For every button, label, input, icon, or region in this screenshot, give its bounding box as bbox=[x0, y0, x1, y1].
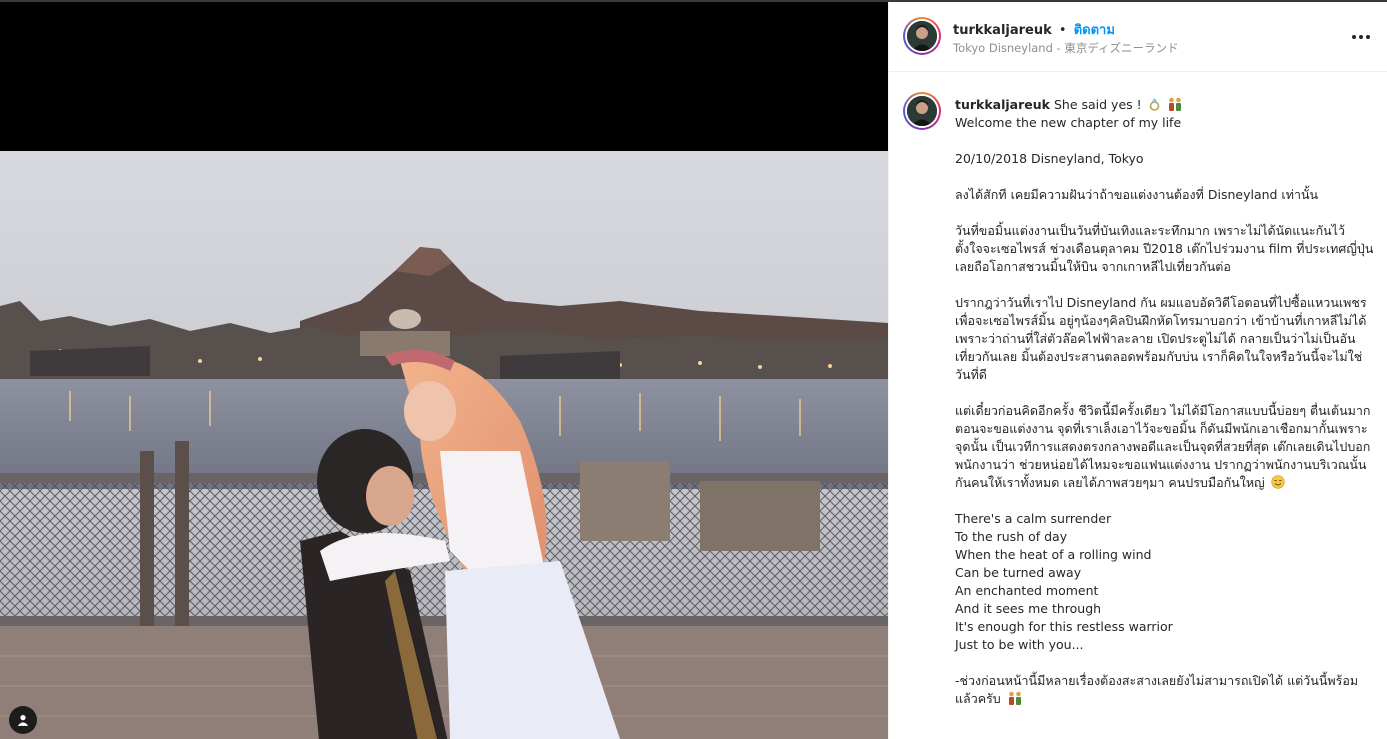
caption-line: Can be turned away bbox=[955, 565, 1082, 580]
caption-area: turkkaljareuk She said yes ! Welcome the … bbox=[889, 73, 1387, 739]
header-separator: • bbox=[1058, 23, 1067, 38]
caption-paragraph-with-emoji: -ช่วงก่อนหน้านี้มีหลายเรื่องต้องสะสางเลย… bbox=[955, 672, 1375, 708]
caption-line: ลงได้สักที เคยมีความฝันว่าถ้าขอแต่งงานต้… bbox=[955, 187, 1319, 202]
caption-line: There's a calm surrender bbox=[955, 511, 1112, 526]
caption-username[interactable]: turkkaljareuk bbox=[955, 97, 1050, 112]
couple-emoji-icon bbox=[1168, 97, 1181, 111]
post-photo bbox=[0, 151, 888, 739]
caption-line bbox=[955, 492, 1375, 510]
author-username[interactable]: turkkaljareuk bbox=[953, 23, 1052, 38]
header-user-line: turkkaljareuk • ติดตาม bbox=[953, 19, 1115, 40]
caption-line bbox=[955, 168, 1375, 186]
caption-avatar[interactable] bbox=[903, 92, 941, 130]
instagram-post-modal: turkkaljareuk • ติดตาม Tokyo Disneyland … bbox=[0, 0, 1387, 739]
post-header: turkkaljareuk • ติดตาม Tokyo Disneyland … bbox=[889, 2, 1387, 72]
tagged-users-button[interactable] bbox=[9, 706, 37, 734]
caption-first-text: She said yes ! bbox=[1053, 97, 1142, 112]
post-sidebar: turkkaljareuk • ติดตาม Tokyo Disneyland … bbox=[888, 2, 1387, 739]
caption-line bbox=[955, 384, 1375, 402]
caption-line bbox=[955, 132, 1375, 150]
caption-first-line: turkkaljareuk She said yes ! bbox=[955, 96, 1375, 114]
caption-paragraph-with-emoji: แต่เดี๋ยวก่อนคิดอีกครั้ง ชีวิตนี้มีครั้ง… bbox=[955, 402, 1375, 492]
caption-line: It's enough for this restless warrior bbox=[955, 619, 1173, 634]
user-tag-icon bbox=[17, 715, 29, 726]
caption-line: And it sees me through bbox=[955, 601, 1102, 616]
caption-line: To the rush of day bbox=[955, 529, 1068, 544]
caption-line bbox=[955, 654, 1375, 672]
caption-line: วันที่ขอมิ้นแต่งงานเป็นวันที่บันเทิงและร… bbox=[955, 223, 1374, 274]
smile-emoji-icon bbox=[1271, 475, 1285, 489]
caption-line bbox=[955, 204, 1375, 222]
more-options-icon[interactable] bbox=[1349, 27, 1373, 47]
ring-emoji-icon bbox=[1149, 98, 1159, 111]
caption-avatar-image bbox=[907, 96, 937, 126]
caption-line: An enchanted moment bbox=[955, 583, 1099, 598]
caption-line bbox=[955, 276, 1375, 294]
caption-line: 20/10/2018 Disneyland, Tokyo bbox=[955, 151, 1144, 166]
avatar-image bbox=[907, 21, 937, 51]
caption-line: ปรากฎว่าวันที่เราไป Disneyland กัน ผมแอบ… bbox=[955, 295, 1367, 382]
follow-button[interactable]: ติดตาม bbox=[1074, 23, 1115, 38]
caption-line: แต่เดี๋ยวก่อนคิดอีกครั้ง ชีวิตนี้มีครั้ง… bbox=[955, 403, 1371, 490]
post-caption: turkkaljareuk She said yes ! Welcome the … bbox=[955, 96, 1375, 708]
post-location[interactable]: Tokyo Disneyland - 東京ディズニーランド bbox=[953, 40, 1179, 56]
caption-line: Just to be with you... bbox=[955, 637, 1084, 652]
caption-line: When the heat of a rolling wind bbox=[955, 547, 1152, 562]
caption-line: Welcome the new chapter of my life bbox=[955, 115, 1182, 130]
avatar[interactable] bbox=[903, 17, 941, 55]
couple-emoji-icon bbox=[1008, 691, 1021, 705]
post-media bbox=[0, 2, 888, 739]
